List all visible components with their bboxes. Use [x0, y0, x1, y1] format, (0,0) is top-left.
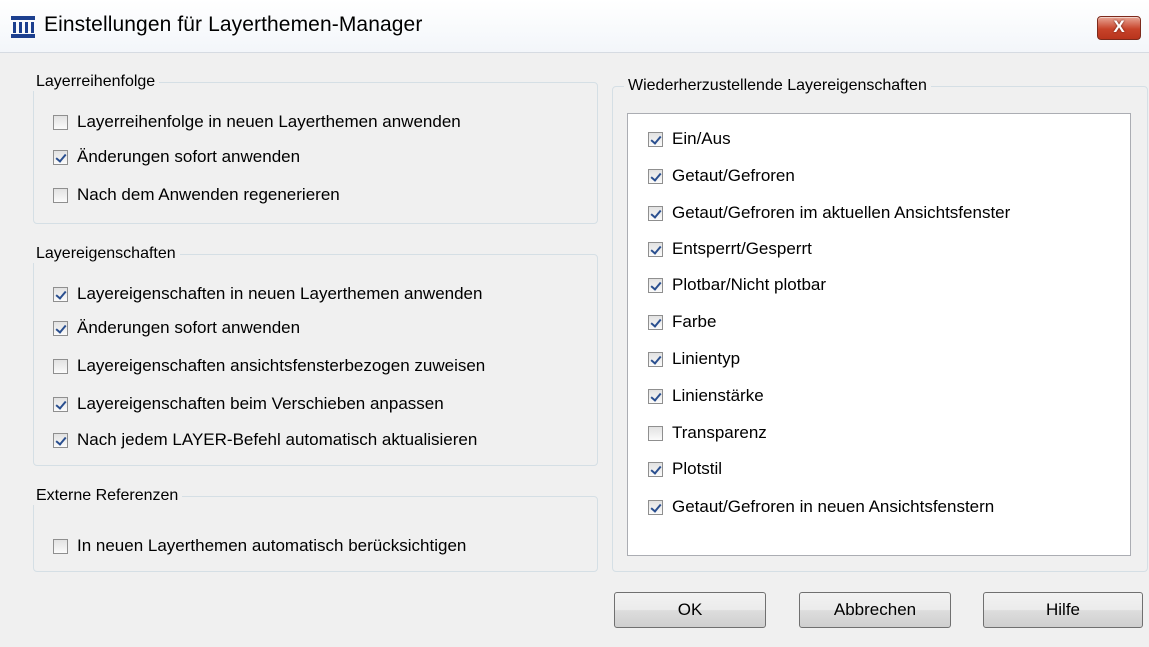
- checkbox[interactable]: [53, 149, 68, 165]
- group-external-references-title: Externe Referenzen: [32, 487, 183, 505]
- list-item-label: Linienstärke: [672, 386, 764, 405]
- group-restore-properties-title: Wiederherzustellende Layereigenschaften: [624, 77, 931, 95]
- list-item[interactable]: Plotbar/Nicht plotbar: [648, 275, 826, 295]
- checkbox-label: Änderungen sofort anwenden: [77, 147, 301, 166]
- checkbox-label: Layerreihenfolge in neuen Layerthemen an…: [77, 112, 461, 131]
- checkbox-row[interactable]: Nach jedem LAYER-Befehl automatisch aktu…: [53, 430, 477, 450]
- checkbox[interactable]: [648, 388, 663, 404]
- list-item[interactable]: Getaut/Gefroren im aktuellen Ansichtsfen…: [648, 203, 1010, 223]
- list-item[interactable]: Farbe: [648, 312, 716, 332]
- checkbox-label: In neuen Layerthemen automatisch berücks…: [77, 536, 467, 555]
- list-item[interactable]: Linientyp: [648, 349, 740, 369]
- checkbox-label: Layereigenschaften in neuen Layerthemen …: [77, 284, 483, 303]
- list-item-label: Getaut/Gefroren: [672, 166, 795, 185]
- checkbox[interactable]: [648, 205, 663, 221]
- checkbox[interactable]: [648, 314, 663, 330]
- checkbox[interactable]: [53, 538, 68, 554]
- checkbox-row[interactable]: Nach dem Anwenden regenerieren: [53, 185, 340, 205]
- checkbox-row[interactable]: Layereigenschaften ansichtsfensterbezoge…: [53, 356, 485, 376]
- close-button[interactable]: X: [1097, 16, 1141, 40]
- list-item-label: Getaut/Gefroren im aktuellen Ansichtsfen…: [672, 203, 1011, 222]
- checkbox-label: Nach dem Anwenden regenerieren: [77, 185, 340, 204]
- group-layer-order-title: Layerreihenfolge: [32, 73, 160, 91]
- checkbox[interactable]: [648, 351, 663, 367]
- list-item[interactable]: Transparenz: [648, 423, 767, 443]
- checkbox-row[interactable]: Änderungen sofort anwenden: [53, 318, 300, 338]
- help-button[interactable]: Hilfe: [983, 592, 1143, 628]
- cancel-button[interactable]: Abbrechen: [799, 592, 951, 628]
- checkbox[interactable]: [648, 461, 663, 477]
- layer-states-icon: [11, 16, 35, 38]
- checkbox[interactable]: [53, 432, 68, 448]
- group-external-references: [33, 496, 598, 572]
- checkbox-row[interactable]: Layereigenschaften beim Verschieben anpa…: [53, 394, 444, 414]
- checkbox[interactable]: [648, 131, 663, 147]
- checkbox[interactable]: [648, 168, 663, 184]
- title-bar: Einstellungen für Layerthemen-Manager X: [0, 0, 1149, 53]
- checkbox[interactable]: [53, 286, 68, 302]
- close-icon: X: [1113, 17, 1125, 36]
- checkbox-label: Layereigenschaften ansichtsfensterbezoge…: [77, 356, 486, 375]
- ok-button[interactable]: OK: [614, 592, 766, 628]
- checkbox-label: Nach jedem LAYER-Befehl automatisch aktu…: [77, 430, 478, 449]
- checkbox[interactable]: [53, 187, 68, 203]
- list-item[interactable]: Plotstil: [648, 459, 722, 479]
- checkbox[interactable]: [53, 396, 68, 412]
- checkbox-row[interactable]: Änderungen sofort anwenden: [53, 147, 300, 167]
- list-item-label: Plotbar/Nicht plotbar: [672, 275, 827, 294]
- group-layer-properties-title: Layereigenschaften: [32, 245, 180, 263]
- list-item-label: Linientyp: [672, 349, 741, 368]
- list-item[interactable]: Getaut/Gefroren in neuen Ansichtsfenster…: [648, 497, 994, 517]
- checkbox-row[interactable]: Layerreihenfolge in neuen Layerthemen an…: [53, 112, 461, 132]
- list-item[interactable]: Linienstärke: [648, 386, 764, 406]
- checkbox[interactable]: [648, 499, 663, 515]
- list-item[interactable]: Ein/Aus: [648, 129, 731, 149]
- checkbox[interactable]: [53, 358, 68, 374]
- list-item-label: Getaut/Gefroren in neuen Ansichtsfenster…: [672, 497, 995, 516]
- list-item[interactable]: Entsperrt/Gesperrt: [648, 239, 812, 259]
- checkbox[interactable]: [53, 320, 68, 336]
- list-item-label: Plotstil: [672, 459, 723, 478]
- checkbox[interactable]: [648, 277, 663, 293]
- checkbox-row[interactable]: In neuen Layerthemen automatisch berücks…: [53, 536, 466, 556]
- checkbox-row[interactable]: Layereigenschaften in neuen Layerthemen …: [53, 284, 482, 304]
- checkbox[interactable]: [648, 241, 663, 257]
- window-title: Einstellungen für Layerthemen-Manager: [44, 13, 423, 36]
- checkbox[interactable]: [648, 425, 663, 441]
- list-item[interactable]: Getaut/Gefroren: [648, 166, 795, 186]
- list-item-label: Transparenz: [672, 423, 767, 442]
- list-item-label: Ein/Aus: [672, 129, 731, 148]
- checkbox-label: Layereigenschaften beim Verschieben anpa…: [77, 394, 444, 413]
- checkbox[interactable]: [53, 114, 68, 130]
- list-item-label: Entsperrt/Gesperrt: [672, 239, 812, 258]
- checkbox-label: Änderungen sofort anwenden: [77, 318, 301, 337]
- list-item-label: Farbe: [672, 312, 717, 331]
